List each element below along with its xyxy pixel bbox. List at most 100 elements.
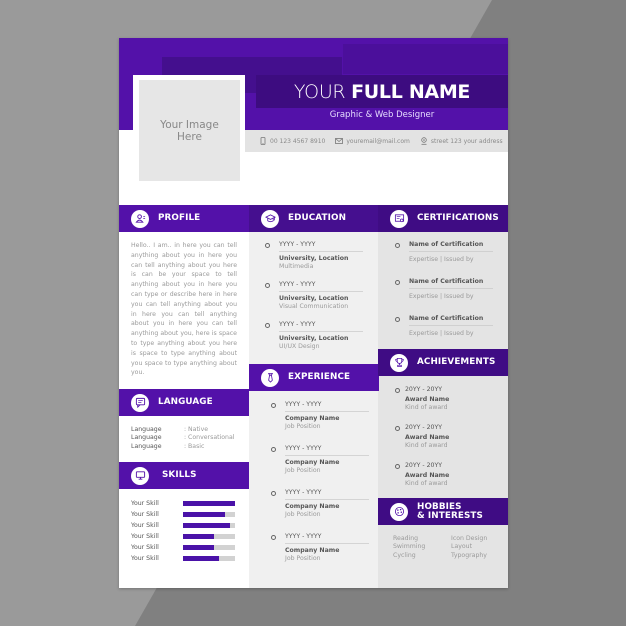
achievement-item: 20YY - 20YY Award Name Kind of award: [395, 424, 508, 454]
skill-name: Your Skill: [131, 500, 159, 507]
contact-phone: 00 123 4567 8910: [259, 137, 325, 145]
skill-bar-fill: [183, 556, 220, 561]
skill-bar: [183, 501, 235, 506]
profile-summary: Hello.. I am.. in here you can tell anyt…: [131, 242, 237, 377]
graduation-cap-icon: [261, 209, 279, 228]
language-name: Language: [131, 426, 162, 433]
experience-company: Company Name: [285, 459, 340, 466]
timeline-dot: [265, 283, 270, 288]
contact-bar: 00 123 4567 8910 youremail@mail.com stre…: [245, 130, 508, 152]
language-level: : Conversational: [184, 434, 235, 442]
achievement-date: 20YY - 20YY: [405, 386, 443, 393]
timeline-dot: [271, 535, 276, 540]
address-text: street 123 your address: [430, 137, 503, 145]
achievement-name: Award Name: [405, 472, 450, 479]
education-date: YYYY - YYYY: [279, 321, 363, 332]
user-profile-icon: [131, 209, 149, 228]
skill-bar: [183, 534, 235, 539]
certification-item: Name of Certification Expertise | Issued…: [395, 278, 508, 308]
timeline-dot: [271, 447, 276, 452]
section-title-line: & INTERESTS: [417, 510, 483, 521]
certification-name: Name of Certification: [409, 315, 493, 326]
necktie-icon: [261, 368, 279, 387]
experience-date: YYYY - YYYY: [285, 533, 369, 544]
experience-date: YYYY - YYYY: [285, 445, 369, 456]
experience-item: YYYY - YYYY Company Name Job Position: [271, 489, 386, 525]
contact-address: street 123 your address: [420, 137, 503, 145]
hobby-item: Cycling: [393, 551, 416, 559]
education-school: University, Location: [279, 295, 349, 302]
skill-bar-fill: [183, 501, 235, 506]
job-title: Graphic & Web Designer: [329, 110, 435, 120]
education-item: YYYY - YYYY University, Location UI/UX D…: [265, 321, 380, 357]
skill-bar-fill: [183, 512, 225, 517]
certification-issuer: Expertise | Issued by: [409, 256, 474, 263]
education-date: YYYY - YYYY: [279, 281, 363, 292]
section-header-education: EDUCATION: [249, 205, 379, 232]
certification-item: Name of Certification Expertise | Issued…: [395, 241, 508, 271]
hobby-item: Swimming: [393, 543, 426, 551]
timeline-dot: [395, 317, 400, 322]
language-name: Language: [131, 442, 162, 450]
skill-row: Your Skill: [131, 509, 241, 520]
education-major: Visual Communication: [279, 303, 349, 310]
section-header-achievements: ACHIEVEMENTS: [378, 349, 508, 376]
full-name: YOUR FULL NAME: [293, 80, 471, 103]
skill-bar: [183, 556, 235, 561]
photo-placeholder[interactable]: Your Image Here: [139, 80, 240, 181]
phone-icon: [259, 137, 267, 145]
language-row: Language : Basic: [131, 443, 246, 451]
section-title: EDUCATION: [288, 213, 347, 223]
achievement-name: Award Name: [405, 434, 450, 441]
skills-list: Your Skill Your Skill Your Skill Your Sk…: [131, 498, 241, 564]
photo-placeholder-text: Here: [177, 130, 202, 143]
timeline-dot: [395, 464, 400, 469]
skill-bar: [183, 512, 235, 517]
skill-name: Your Skill: [131, 555, 159, 562]
experience-company: Company Name: [285, 547, 340, 554]
language-row: Language : Native: [131, 426, 246, 434]
skill-name: Your Skill: [131, 544, 159, 551]
certification-item: Name of Certification Expertise | Issued…: [395, 315, 508, 345]
education-date: YYYY - YYYY: [279, 241, 363, 252]
section-header-skills: SKILLS: [119, 462, 249, 489]
name-first: YOUR: [293, 80, 346, 103]
certification-issuer: Expertise | Issued by: [409, 293, 474, 300]
timeline-dot: [395, 426, 400, 431]
education-school: University, Location: [279, 335, 349, 342]
hobby-item: Icon Design: [451, 535, 488, 542]
skill-name: Your Skill: [131, 522, 159, 529]
section-header-profile: PROFILE: [119, 205, 249, 232]
resume-page: YOUR FULL NAME Graphic & Web Designer 00…: [119, 38, 508, 588]
experience-item: YYYY - YYYY Company Name Job Position: [271, 445, 386, 481]
experience-date: YYYY - YYYY: [285, 489, 369, 500]
skill-row: Your Skill: [131, 553, 241, 564]
contact-email: youremail@mail.com: [335, 137, 410, 145]
certification-issuer: Expertise | Issued by: [409, 330, 474, 337]
hobbies-column: Icon Design Layout Typography: [451, 535, 497, 560]
language-list: Language : Native Language : Conversatio…: [131, 426, 246, 451]
mail-icon: [335, 137, 344, 145]
achievement-item: 20YY - 20YY Award Name Kind of award: [395, 386, 508, 416]
experience-company: Company Name: [285, 503, 340, 510]
experience-company: Company Name: [285, 415, 340, 422]
section-header-language: LANGUAGE: [119, 389, 249, 416]
header-accent-block: [343, 44, 508, 74]
skill-bar: [183, 523, 235, 528]
location-pin-icon: [420, 137, 428, 145]
hobby-item: Reading: [393, 535, 419, 542]
achievement-kind: Kind of award: [405, 442, 448, 449]
experience-position: Job Position: [285, 467, 321, 474]
section-title: PROFILE: [158, 213, 201, 223]
certification-name: Name of Certification: [409, 278, 493, 289]
section-header-certifications: CERTIFICATIONS: [378, 205, 508, 232]
achievement-item: 20YY - 20YY Award Name Kind of award: [395, 462, 508, 492]
section-title: HOBBIES & INTERESTS: [417, 502, 483, 521]
section-header-hobbies: HOBBIES & INTERESTS: [378, 498, 508, 525]
certificate-icon: [390, 209, 408, 228]
timeline-dot: [271, 491, 276, 496]
section-title: EXPERIENCE: [288, 372, 351, 382]
timeline-dot: [265, 323, 270, 328]
achievement-kind: Kind of award: [405, 404, 448, 411]
hobby-item: Typography: [451, 551, 487, 559]
